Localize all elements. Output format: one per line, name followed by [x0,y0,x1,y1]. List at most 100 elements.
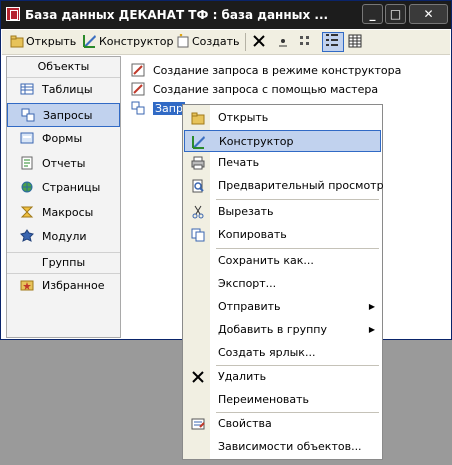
sidebar-item-label: Отчеты [42,156,86,170]
menu-item-label: Удалить [218,370,267,383]
submenu-arrow-icon: ▶ [368,302,375,311]
large-icons-icon [279,39,287,47]
delete-icon [253,35,265,47]
sidebar-item-macros[interactable]: Макросы [7,201,120,226]
list-item-selected[interactable]: Запр [131,101,185,117]
module-icon [20,229,34,242]
sidebar-item-label: Модули [42,230,87,243]
list-view-button[interactable] [322,32,344,52]
menu-separator [216,199,379,200]
large-icons-button[interactable] [276,34,292,50]
sidebar-item-label: Макросы [42,205,94,219]
favorites-icon [20,280,34,290]
menu-item-label: Конструктор [219,135,294,148]
menu-item-properties[interactable]: Свойства [184,413,381,435]
menu-item-label: Сохранить как... [218,254,314,267]
wizard-shortcut-icon [131,82,145,96]
title-bar[interactable]: База данных ДЕКАНАТ ТФ : база данных ...… [1,1,451,29]
list-view-icon [326,34,338,46]
sidebar-item-pages[interactable]: Страницы [7,176,120,201]
menu-item-delete[interactable]: Удалить [184,366,381,388]
sidebar-item-label: Страницы [42,181,101,194]
menu-item-label: Вырезать [218,205,274,218]
sidebar-item-tables[interactable]: Таблицы [7,78,120,103]
toolbar-separator [245,33,246,51]
small-icons-icon [300,36,309,45]
print-preview-icon [192,179,204,193]
open-label: Открыть [26,35,77,48]
page-icon [21,181,33,193]
menu-item-create-shortcut[interactable]: Создать ярлык... [184,342,381,364]
objects-header: Объекты [7,57,120,78]
create-button[interactable]: Создать [176,34,240,50]
menu-item-label: Открыть [218,111,269,124]
design-icon [83,35,96,48]
open-icon [191,112,205,125]
print-icon [191,156,205,170]
scissors-icon [192,205,204,219]
menu-item-save-as[interactable]: Сохранить как... [184,250,381,272]
close-button[interactable]: ✕ [409,4,448,24]
list-item-label: Создание запроса в режиме конструктора [153,64,402,77]
sidebar-item-queries[interactable]: Запросы [7,102,120,127]
toolbar: Открыть Конструктор Создать [2,30,450,55]
table-icon [20,83,34,95]
sidebar-item-modules[interactable]: Модули [7,225,120,250]
objects-bar: Объекты Таблицы Запросы Формы Отчеты Стр… [6,56,121,338]
wizard-shortcut-icon [131,63,145,77]
minimize-button[interactable]: _ [362,4,383,24]
open-icon [10,35,24,48]
small-icons-button[interactable] [299,34,315,50]
menu-separator [216,248,379,249]
sidebar-item-favorites[interactable]: Избранное [7,274,120,299]
details-view-button[interactable] [348,34,364,50]
query-icon [21,108,35,121]
menu-item-copy[interactable]: Копировать [184,224,381,246]
menu-item-send-to[interactable]: Отправить ▶ [184,296,381,318]
delete-button[interactable] [252,34,268,50]
menu-item-add-to-group[interactable]: Добавить в группу ▶ [184,319,381,341]
details-view-icon [348,34,362,48]
sidebar-item-reports[interactable]: Отчеты [7,152,120,177]
menu-item-label: Свойства [218,417,272,430]
maximize-button[interactable]: □ [385,4,406,24]
macro-icon [20,206,34,217]
menu-item-cut[interactable]: Вырезать [184,201,381,223]
menu-item-design[interactable]: Конструктор [184,130,381,152]
list-item[interactable]: Создание запроса в режиме конструктора [131,63,401,79]
menu-item-print[interactable]: Печать [184,152,381,174]
window-title: База данных ДЕКАНАТ ТФ : база данных ... [25,8,329,22]
menu-item-label: Добавить в группу [218,323,328,336]
access-app-icon [6,7,20,21]
report-icon [21,156,33,169]
menu-item-label: Экспорт... [218,277,277,290]
delete-icon [192,371,204,383]
sidebar-item-label: Избранное [42,278,105,292]
context-menu: Открыть Конструктор Печать Предварительн… [182,104,384,460]
groups-header: Группы [7,251,120,274]
sidebar-item-label: Таблицы [42,83,93,96]
menu-item-label: Зависимости объектов... [218,440,362,453]
menu-item-export[interactable]: Экспорт... [184,273,381,295]
sidebar-item-forms[interactable]: Формы [7,127,120,152]
design-icon [192,136,205,149]
maximize-icon: □ [389,7,402,21]
menu-item-label: Переименовать [218,393,310,406]
sidebar-item-label: Запросы [43,108,93,122]
design-button[interactable]: Конструктор [83,34,173,50]
menu-item-rename[interactable]: Переименовать [184,389,381,411]
sidebar-item-label: Формы [42,132,83,145]
query-icon [131,101,145,115]
menu-item-label: Предварительный просмотр [218,179,384,192]
menu-item-open[interactable]: Открыть [184,107,381,129]
open-button[interactable]: Открыть [10,34,76,50]
menu-item-print-preview[interactable]: Предварительный просмотр [184,175,384,197]
list-item-label: Создание запроса с помощью мастера [153,83,379,96]
design-label: Конструктор [99,35,174,48]
menu-item-label: Печать [218,156,260,169]
minimize-icon: _ [369,7,376,21]
submenu-arrow-icon: ▶ [368,325,375,334]
copy-icon [191,228,205,242]
list-item[interactable]: Создание запроса с помощью мастера [131,82,378,98]
menu-item-object-dependencies[interactable]: Зависимости объектов... [184,436,381,458]
